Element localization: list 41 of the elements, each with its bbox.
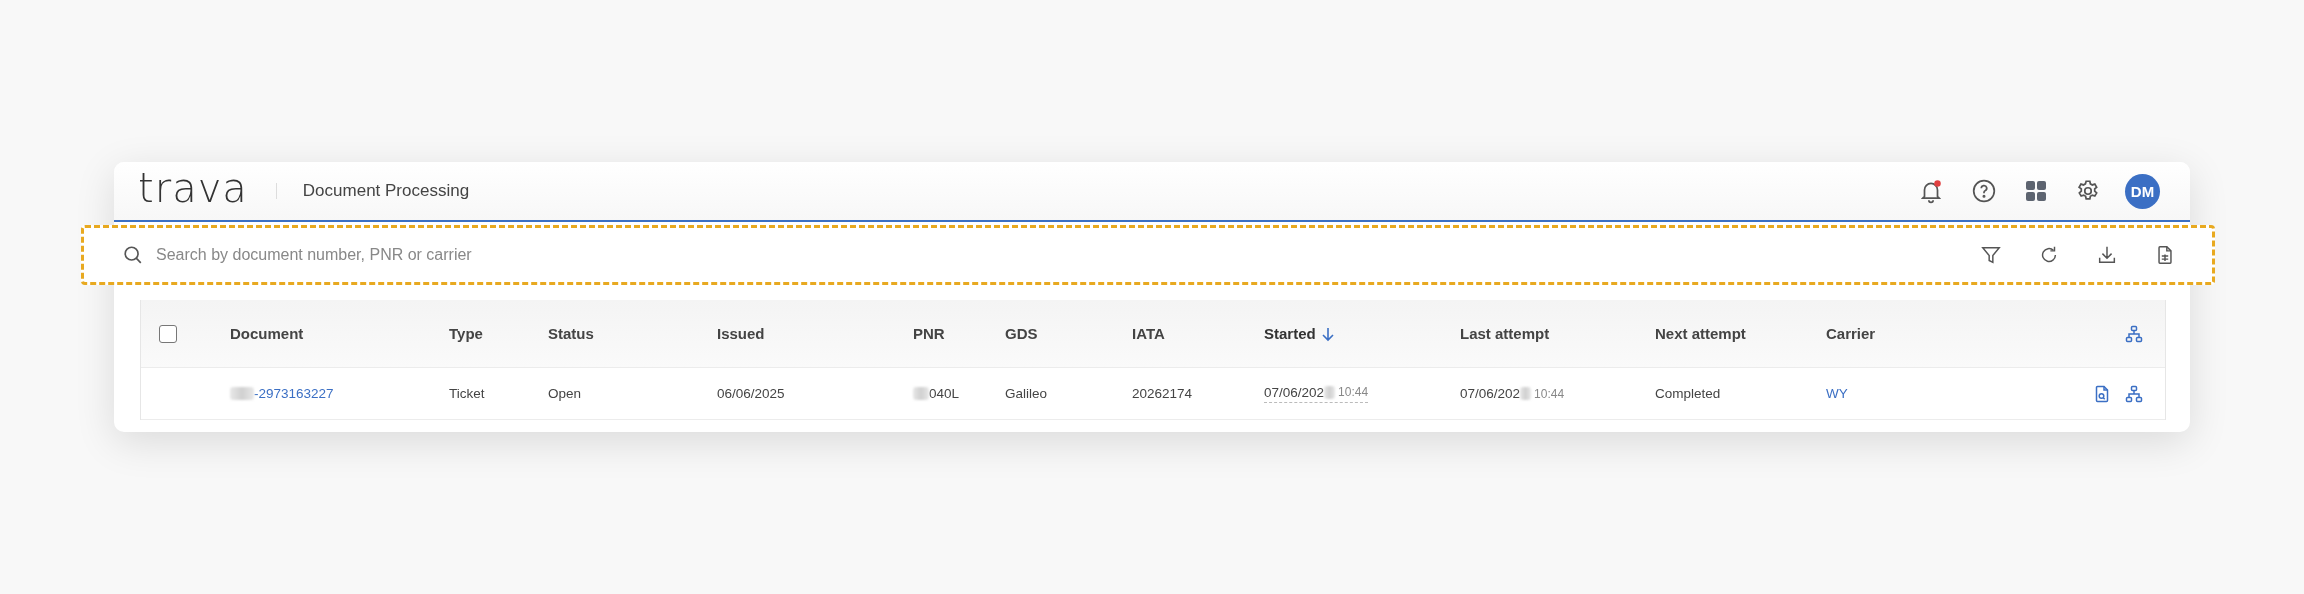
- table-cell: Galileo: [1005, 386, 1048, 401]
- hierarchy-icon[interactable]: [2125, 324, 2143, 343]
- table-cell: Open: [548, 386, 582, 401]
- table-cell: 06/06/2025: [717, 386, 785, 401]
- column-header[interactable]: Status: [548, 325, 594, 342]
- time-text: 10:44: [1338, 385, 1369, 399]
- column-header[interactable]: Type: [449, 325, 483, 342]
- download-icon[interactable]: [2096, 244, 2118, 266]
- filter-icon[interactable]: [1980, 244, 2002, 266]
- column-header[interactable]: Carrier: [1826, 325, 1876, 342]
- document-search-icon[interactable]: [2093, 384, 2111, 403]
- notifications-icon[interactable]: [1918, 178, 1944, 204]
- column-header[interactable]: GDS: [1005, 325, 1038, 342]
- help-icon[interactable]: [1971, 178, 1997, 204]
- search-icon: [122, 244, 144, 266]
- table-cell: 20262174: [1132, 386, 1193, 401]
- date-text: 07/06/202: [1460, 386, 1521, 401]
- column-header[interactable]: IATA: [1132, 325, 1165, 342]
- search-bar[interactable]: Search by document number, PNR or carrier: [81, 225, 2215, 285]
- column-header[interactable]: Issued: [717, 325, 765, 342]
- hierarchy-icon[interactable]: [2125, 384, 2143, 403]
- select-all-checkbox[interactable]: [159, 324, 177, 343]
- document-link[interactable]: -2973163227: [254, 386, 334, 401]
- column-header[interactable]: Last attempt: [1460, 325, 1550, 342]
- table-cell: Completed: [1655, 386, 1721, 401]
- column-header[interactable]: PNR: [913, 325, 945, 342]
- search-field[interactable]: Search by document number, PNR or carrier: [154, 245, 758, 265]
- apps-grid-icon[interactable]: [2024, 179, 2048, 203]
- column-header[interactable]: Document: [230, 325, 304, 342]
- table-cell: Ticket: [449, 386, 485, 401]
- user-avatar[interactable]: DM: [2125, 173, 2160, 209]
- table-cell: 040L: [929, 386, 960, 401]
- page-title: Document Processing: [302, 181, 470, 201]
- column-header[interactable]: Started: [1264, 325, 1316, 342]
- time-text: 10:44: [1534, 386, 1565, 401]
- table-row[interactable]: -2973163227 Ticket Open 06/06/2025 040L Galileo 20262174 07/06/202 10:44 07/06/202 10:44 Completed WY: [141, 368, 2165, 420]
- sort-arrow-icon[interactable]: [1320, 325, 1335, 342]
- logo[interactable]: trava: [138, 165, 248, 211]
- column-header[interactable]: Next attempt: [1655, 325, 1746, 342]
- date-text: 07/06/202: [1264, 384, 1325, 400]
- carrier-link[interactable]: WY: [1826, 386, 1848, 401]
